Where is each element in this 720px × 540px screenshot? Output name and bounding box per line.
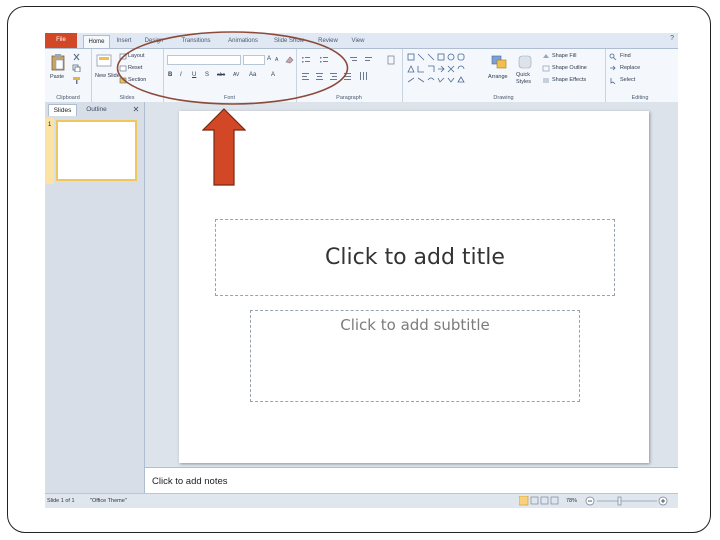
group-editing: Find Replace Select Editing (605, 49, 675, 102)
replace-icon (610, 65, 616, 71)
format-painter-icon[interactable] (72, 76, 82, 84)
select-button[interactable]: Select (620, 77, 635, 83)
slide-thumbnail[interactable] (56, 120, 137, 181)
shape-outline-icon (542, 65, 550, 72)
tab-slides-pane[interactable]: Slides (48, 104, 77, 116)
shape-outline-button[interactable]: Shape Outline (552, 65, 587, 71)
tab-outline-pane[interactable]: Outline (81, 104, 112, 115)
shapes-gallery-icon[interactable] (406, 52, 486, 86)
find-button[interactable]: Find (620, 53, 631, 59)
title-placeholder[interactable]: Click to add title (215, 219, 615, 296)
paste-button[interactable]: Paste (50, 74, 64, 80)
clipboard-group-label: Clipboard (56, 95, 80, 101)
arrange-button[interactable]: Arrange (488, 74, 508, 80)
tab-view[interactable]: View (348, 35, 368, 48)
zoom-slider[interactable] (585, 496, 671, 506)
quick-styles-icon[interactable] (517, 54, 533, 70)
paste-icon[interactable] (51, 53, 65, 71)
shape-fill-button[interactable]: Shape Fill (552, 53, 576, 59)
group-drawing: Arrange Quick Styles Shape Fill Shape Ou… (402, 49, 606, 102)
cut-icon[interactable] (72, 53, 82, 61)
slide-number: 1 (48, 122, 52, 128)
tab-home[interactable]: Home (83, 35, 110, 49)
highlight-oval (116, 31, 349, 105)
select-icon (610, 78, 616, 84)
help-icon[interactable]: ? (670, 35, 674, 42)
notes-placeholder: Click to add notes (152, 476, 228, 487)
shape-effects-icon (543, 78, 549, 83)
new-slide-icon[interactable] (96, 53, 112, 69)
slide-count-status: Slide 1 of 1 (47, 498, 75, 504)
shape-fill-icon (543, 54, 549, 58)
slide-canvas: Click to add title Click to add subtitle (179, 111, 649, 463)
tab-file[interactable]: File (45, 33, 77, 48)
notes-pane[interactable]: Click to add notes (145, 467, 678, 494)
status-bar: Slide 1 of 1 "Office Theme" 78% (45, 493, 678, 508)
shape-effects-button[interactable]: Shape Effects (552, 77, 586, 83)
find-icon (609, 53, 617, 60)
replace-button[interactable]: Replace (620, 65, 640, 71)
drawing-group-label: Drawing (493, 95, 514, 101)
arrange-icon[interactable] (490, 54, 508, 70)
zoom-level[interactable]: 78% (566, 498, 577, 504)
view-buttons-icon[interactable] (519, 496, 559, 506)
up-arrow-icon (202, 108, 246, 186)
slides-pane: Slides Outline ✕ 1 (45, 102, 145, 493)
group-clipboard: Paste Clipboard (45, 49, 92, 102)
quick-styles-button[interactable]: Quick Styles (516, 72, 536, 86)
editing-group-label: Editing (631, 95, 649, 101)
theme-status: "Office Theme" (90, 498, 127, 504)
subtitle-placeholder[interactable]: Click to add subtitle (250, 310, 580, 402)
copy-icon[interactable] (72, 64, 82, 72)
